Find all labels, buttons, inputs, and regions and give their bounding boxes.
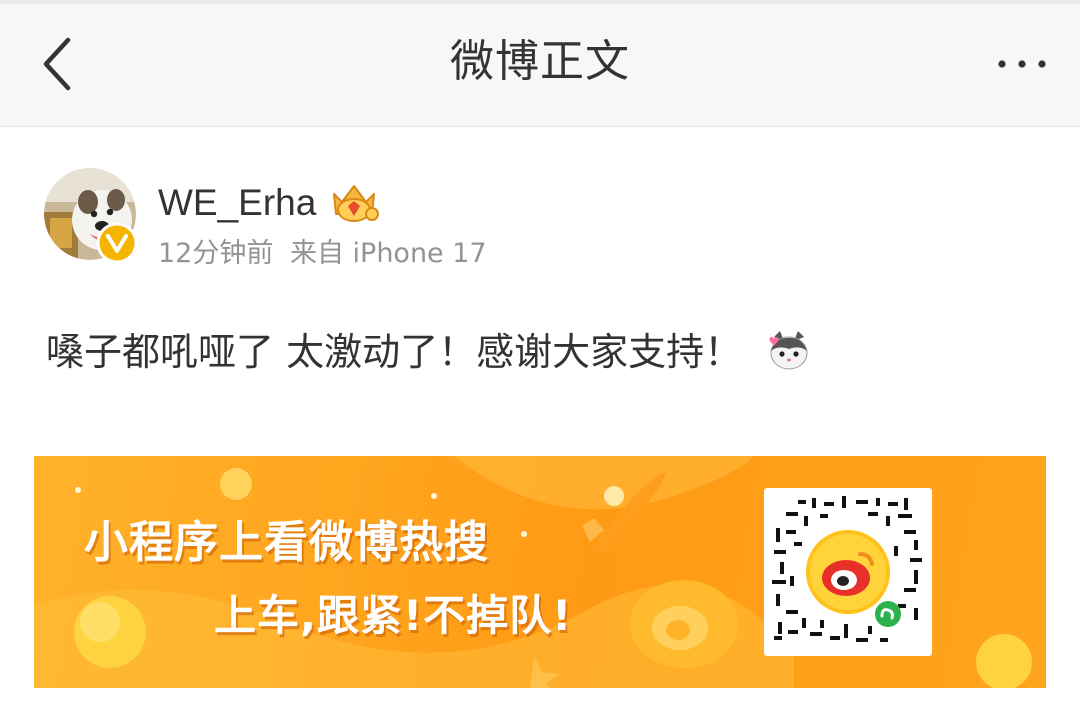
post-source: 来自 iPhone 17 [289,238,487,269]
promo-banner[interactable]: 小程序上看微博热搜 上车,跟紧!不掉队! [34,456,1046,688]
banner-subline: 上车,跟紧!不掉队! [214,591,573,640]
page-title: 微博正文 [450,36,630,87]
verified-v-icon [96,222,138,264]
cat-love-emoji-icon [769,330,808,369]
top-nav-bar: 微博正文 [0,0,1080,127]
crown-medal-icon[interactable] [326,180,382,226]
qr-code[interactable] [764,488,932,656]
weibo-miniprogram-qr-icon [772,496,922,642]
weibo-logo-watermark-icon [630,580,738,668]
more-button[interactable] [994,46,1050,82]
banner-headline: 小程序上看微博热搜 [84,517,489,568]
post-text: 嗓子都吼哑了 太激动了！感谢大家支持！ [46,330,743,374]
post-meta: 12分钟前 来自 iPhone 17 [158,232,495,276]
post-content: 嗓子都吼哑了 太激动了！感谢大家支持！ [46,322,812,382]
more-horizontal-icon [998,60,1046,68]
post-time: 12分钟前 [158,238,274,269]
username[interactable]: WE_Erha [158,178,316,228]
